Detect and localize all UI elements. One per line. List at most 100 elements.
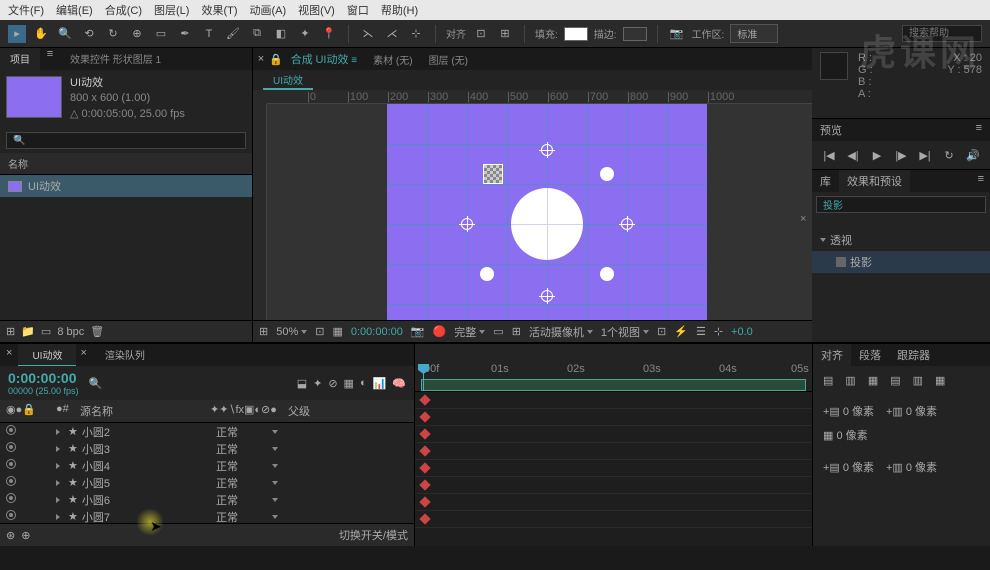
- timeline-ruler[interactable]: :00f 01s 02s 03s 04s 05s: [415, 363, 812, 377]
- menu-animation[interactable]: 动画(A): [246, 2, 291, 18]
- timeline-tab-render[interactable]: 渲染队列: [91, 344, 159, 366]
- stroke-color-swatch[interactable]: [623, 27, 647, 41]
- tab-effects-presets[interactable]: 效果和预设: [839, 170, 910, 192]
- last-frame-icon[interactable]: ▶|: [917, 147, 933, 163]
- text-tool-icon[interactable]: T: [200, 25, 218, 43]
- tab-preview[interactable]: 预览: [820, 122, 842, 138]
- rotate-tool-icon[interactable]: ↻: [104, 25, 122, 43]
- comp-tab[interactable]: UI动效: [263, 70, 313, 90]
- snapshot-icon[interactable]: 📷: [411, 325, 425, 338]
- clone-tool-icon[interactable]: ⧉: [248, 25, 266, 43]
- folder-icon[interactable]: 📁: [21, 325, 35, 338]
- align-bottom-icon[interactable]: ▦: [931, 372, 949, 389]
- toggle-switches-modes[interactable]: 切换开关/模式: [339, 527, 408, 543]
- project-item[interactable]: UI动效: [0, 175, 252, 197]
- roto-tool-icon[interactable]: ✦: [296, 25, 314, 43]
- menu-composition[interactable]: 合成(C): [101, 2, 146, 18]
- panel-menu-icon[interactable]: ≡: [40, 48, 60, 70]
- comp-thumbnail[interactable]: [6, 76, 62, 118]
- small-circle-2[interactable]: [600, 167, 614, 181]
- rect-tool-icon[interactable]: ▭: [152, 25, 170, 43]
- layer-row[interactable]: ★ 小圆2正常: [0, 423, 414, 440]
- orbit-tool-icon[interactable]: ⟲: [80, 25, 98, 43]
- loop-icon[interactable]: ↻: [941, 147, 957, 163]
- prev-frame-icon[interactable]: ◀|: [845, 147, 861, 163]
- distribute-right-icon[interactable]: +▥ 0 像素: [882, 457, 941, 477]
- panel-menu-icon[interactable]: ≡: [976, 122, 982, 138]
- viewer-tab-layer[interactable]: 图层 (无): [421, 49, 476, 70]
- region-icon[interactable]: ▭: [493, 325, 503, 338]
- comp-flowchart-icon[interactable]: ⊹: [714, 325, 723, 338]
- first-frame-icon[interactable]: |◀: [821, 147, 837, 163]
- small-circle-3[interactable]: [621, 218, 633, 230]
- draft-3d-icon[interactable]: ✦: [313, 377, 322, 390]
- brain-icon[interactable]: 🧠: [392, 377, 406, 390]
- tab-library[interactable]: 库: [812, 170, 839, 192]
- fill-color-swatch[interactable]: [564, 27, 588, 41]
- quality-dropdown[interactable]: 完整: [454, 324, 485, 340]
- exposure-value[interactable]: +0.0: [731, 326, 753, 338]
- bpc-button[interactable]: 8 bpc: [57, 326, 84, 338]
- toggle-modes-icon[interactable]: ⊕: [21, 529, 30, 542]
- viewer-tab-comp[interactable]: 合成 UI动效 ≡: [283, 48, 365, 70]
- snap-options-icon[interactable]: ⊞: [496, 25, 514, 43]
- workspace-dropdown[interactable]: 标准: [730, 24, 778, 43]
- big-circle-shape[interactable]: [511, 188, 583, 260]
- eraser-tool-icon[interactable]: ◧: [272, 25, 290, 43]
- keyframe-icon[interactable]: [419, 513, 430, 524]
- pen-tool-icon[interactable]: ✒: [176, 25, 194, 43]
- current-timecode[interactable]: 0:00:00:00: [8, 370, 79, 386]
- layer-row[interactable]: ★ 小圆5正常: [0, 474, 414, 491]
- align-right-icon[interactable]: ▦: [864, 372, 882, 389]
- new-comp-icon[interactable]: ▭: [41, 325, 51, 338]
- effects-search-input[interactable]: [816, 196, 986, 213]
- align-left-icon[interactable]: ▤: [819, 372, 837, 389]
- viewer-lock-icon[interactable]: 🔒: [269, 53, 283, 66]
- comp-mini-flowchart-icon[interactable]: ⬓: [297, 377, 307, 390]
- composition-canvas[interactable]: [387, 104, 707, 320]
- keyframe-icon[interactable]: [419, 428, 430, 439]
- toggle-switches-icon[interactable]: ⊛: [6, 529, 15, 542]
- selected-shape[interactable]: [483, 164, 503, 184]
- effect-drop-shadow[interactable]: 投影: [812, 251, 990, 273]
- transparency-icon[interactable]: ▦: [332, 325, 342, 338]
- panel-menu-icon[interactable]: ≡: [972, 170, 990, 192]
- distribute-left-icon[interactable]: +▤ 0 像素: [819, 457, 878, 477]
- search-help-input[interactable]: [902, 25, 982, 42]
- anchor-tool-icon[interactable]: ⊕: [128, 25, 146, 43]
- hide-shy-icon[interactable]: ⊘: [328, 377, 337, 390]
- playhead[interactable]: [423, 364, 424, 391]
- frame-blend-icon[interactable]: ▦: [344, 377, 354, 390]
- layer-row[interactable]: ★ 小圆7正常: [0, 508, 414, 523]
- project-search-input[interactable]: [6, 132, 246, 149]
- small-circle-1[interactable]: [541, 144, 553, 156]
- channel-icon[interactable]: 🔴: [433, 325, 447, 338]
- tab-align[interactable]: 对齐: [813, 344, 851, 366]
- selection-tool-icon[interactable]: ▸: [8, 25, 26, 43]
- keyframe-icon[interactable]: [419, 445, 430, 456]
- distribute-h-icon[interactable]: +▤ 0 像素: [819, 401, 878, 421]
- work-area-bar[interactable]: [421, 379, 806, 391]
- keyframe-icon[interactable]: [419, 411, 430, 422]
- zoom-tool-icon[interactable]: 🔍: [56, 25, 74, 43]
- views-dropdown[interactable]: 1个视图: [601, 324, 649, 340]
- layer-row[interactable]: ★ 小圆4正常: [0, 457, 414, 474]
- snap-toggle-icon[interactable]: ⊡: [472, 25, 490, 43]
- track-area[interactable]: [415, 392, 812, 546]
- keyframe-icon[interactable]: [419, 462, 430, 473]
- distribute-spacing-icon[interactable]: ▦ 0 像素: [819, 425, 872, 445]
- play-icon[interactable]: ▶: [869, 147, 885, 163]
- tab-paragraph[interactable]: 段落: [851, 344, 889, 366]
- small-circle-7[interactable]: [461, 218, 473, 230]
- small-circle-5[interactable]: [541, 290, 553, 302]
- next-frame-icon[interactable]: |▶: [893, 147, 909, 163]
- graph-editor-icon[interactable]: 📊: [373, 377, 387, 390]
- tab-effect-controls[interactable]: 效果控件 形状图层 1: [60, 48, 171, 70]
- keyframe-icon[interactable]: [419, 479, 430, 490]
- mute-icon[interactable]: 🔊: [965, 147, 981, 163]
- align-center-h-icon[interactable]: ▥: [841, 372, 859, 389]
- distribute-v-icon[interactable]: +▥ 0 像素: [882, 401, 941, 421]
- small-circle-6[interactable]: [480, 267, 494, 281]
- keyframe-icon[interactable]: [419, 394, 430, 405]
- tab-tracker[interactable]: 跟踪器: [889, 344, 938, 366]
